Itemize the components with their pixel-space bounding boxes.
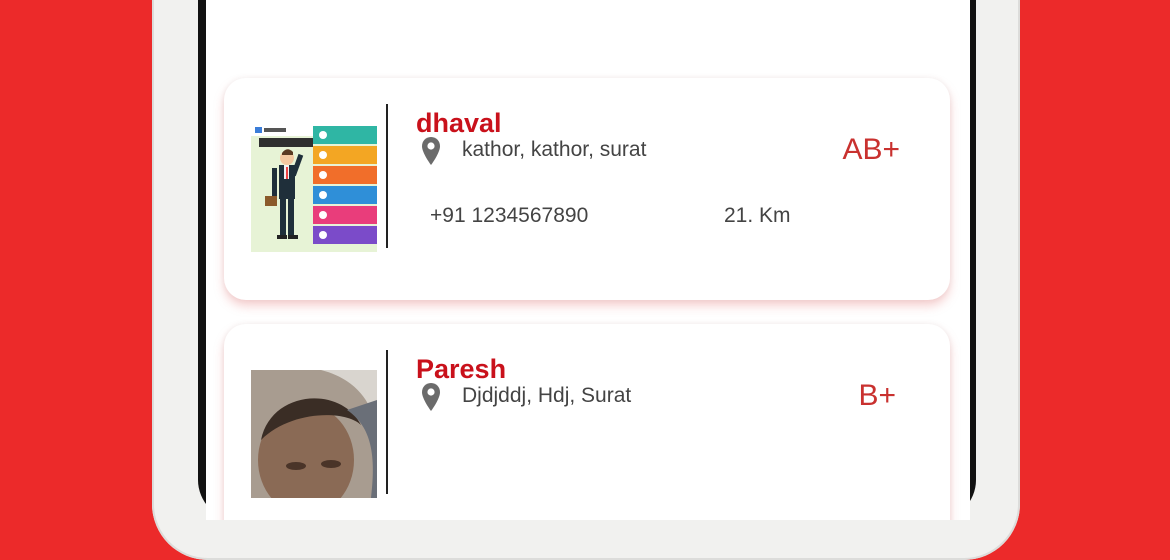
divider: [386, 350, 388, 494]
donor-address: Djdjddj, Hdj, Surat: [462, 384, 632, 407]
blood-group-badge: AB+: [842, 133, 900, 166]
location-pin-icon: [422, 137, 440, 165]
location-pin-icon: [422, 383, 440, 411]
donor-phone[interactable]: +91 1234567890: [430, 204, 588, 228]
donor-card[interactable]: dhaval kathor, kathor, surat AB+ +91 123…: [224, 78, 950, 300]
donor-card[interactable]: Paresh Djdjddj, Hdj, Surat B+: [224, 324, 950, 520]
blood-group-badge: B+: [858, 379, 896, 412]
divider: [386, 104, 388, 248]
app-screen: dhaval kathor, kathor, surat AB+ +91 123…: [206, 0, 970, 520]
donor-distance: 21. Km: [724, 204, 791, 227]
donor-name: dhaval: [416, 108, 502, 138]
donor-photo: [251, 370, 377, 498]
donor-address: kathor, kathor, surat: [462, 138, 647, 161]
donor-photo: [251, 124, 377, 252]
donor-name: Paresh: [416, 354, 507, 384]
